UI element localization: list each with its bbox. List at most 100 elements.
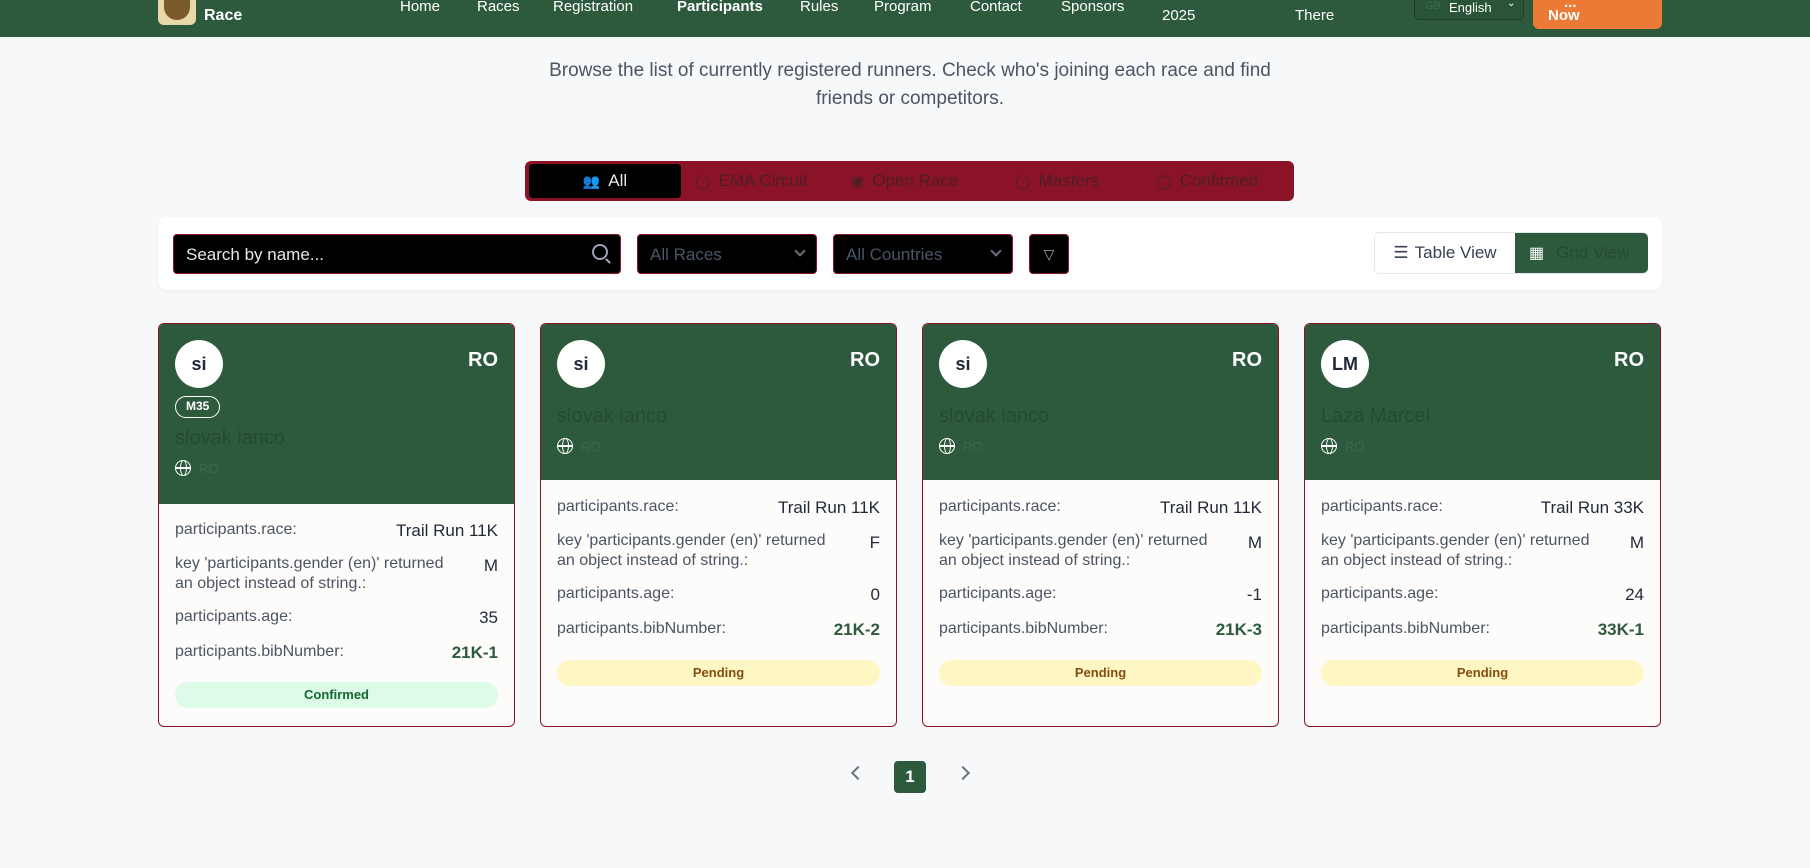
participant-card[interactable]: si RO slovak ianco RO participants.race:… [540, 323, 897, 727]
view-toggle: ☰ Table View ▦ Grid View [1374, 232, 1648, 274]
search-input[interactable]: Search by name... [173, 234, 621, 274]
participant-card[interactable]: LM RO Laza Marcel RO participants.race: … [1304, 323, 1661, 727]
gender-value: M [1247, 533, 1262, 552]
bib-value: 21K-3 [1215, 620, 1262, 639]
card-header: si RO M35 slovak ianco RO [159, 324, 514, 504]
tab-masters[interactable]: ◯ Masters [1015, 164, 1099, 198]
bib-label: participants.bibNumber: [557, 620, 726, 637]
card-header: LM RO Laza Marcel RO [1305, 324, 1660, 480]
category-badge: M35 [175, 396, 221, 418]
nav-rules[interactable]: Rules [800, 0, 838, 15]
race-select[interactable]: All Races [637, 234, 817, 274]
avatar: si [557, 340, 605, 388]
tab-label: Confirmed [1179, 171, 1259, 190]
participant-card[interactable]: si RO slovak ianco RO participants.race:… [922, 323, 1279, 727]
users-icon: 👥 [582, 172, 601, 189]
filter-button[interactable]: ▽ [1029, 234, 1069, 274]
logo-text[interactable]: Race [204, 7, 242, 25]
language-label: English [1449, 0, 1492, 15]
race-select-value: All Races [650, 245, 722, 264]
participant-name: slovak ianco [175, 427, 286, 449]
participant-filter-tabs: 👥 All ◯ EMA Circuit ▣ Open Race ◯ Master… [525, 161, 1294, 201]
top-navbar: Race Home Races Registration Participant… [0, 0, 1810, 37]
tab-confirmed[interactable]: ◯ Confirmed [1156, 164, 1258, 198]
logo[interactable] [158, 0, 196, 25]
grid-view-label: Grid View [1556, 243, 1630, 262]
age-value: 35 [479, 608, 498, 627]
participant-name: slovak ianco [939, 405, 1050, 427]
avatar: LM [1321, 340, 1369, 388]
nav-year[interactable]: 2025 [1162, 7, 1195, 24]
gender-label: key 'participants.gender (en)' returned … [1321, 532, 1590, 569]
age-value: -1 [1246, 585, 1262, 604]
globe-icon [939, 438, 955, 454]
age-value: 0 [870, 585, 880, 604]
status-badge: Confirmed [175, 682, 498, 708]
language-select[interactable]: GB English ⌄ [1414, 0, 1524, 20]
participant-name: slovak ianco [557, 405, 668, 427]
register-now-button[interactable]: ... Now [1533, 0, 1662, 29]
nav-sponsors[interactable]: Sponsors [1061, 0, 1124, 15]
avatar: si [175, 340, 223, 388]
age-label: participants.age: [557, 585, 675, 602]
tab-label: Open Race [872, 171, 959, 190]
tab-all[interactable]: 👥 All [529, 164, 681, 198]
filter-icon: ▽ [1043, 246, 1055, 262]
country-code: RO [963, 439, 983, 454]
page-intro: Browse the list of currently registered … [549, 60, 1271, 109]
search-placeholder: Search by name... [186, 245, 324, 264]
gender-value: M [483, 556, 498, 575]
race-value: Trail Run 33K [1540, 498, 1644, 517]
tab-ema-circuit[interactable]: ◯ EMA Circuit [695, 164, 807, 198]
cta-line2: Now [1548, 7, 1580, 24]
nav-races[interactable]: Races [477, 0, 520, 15]
country-badge: RO [468, 349, 498, 371]
bib-label: participants.bibNumber: [175, 643, 344, 660]
gender-label: key 'participants.gender (en)' returned … [557, 532, 826, 569]
grid-view-button[interactable]: ▦ Grid View [1515, 233, 1648, 273]
nav-contact[interactable]: Contact [970, 0, 1022, 15]
race-label: participants.race: [557, 498, 679, 515]
chevron-down-icon [794, 245, 806, 257]
grid-icon: ▦ [1529, 245, 1545, 262]
nav-there[interactable]: There [1295, 7, 1334, 24]
country-code: RO [199, 461, 219, 476]
user-check-icon: ◯ [1156, 172, 1172, 189]
country-select[interactable]: All Countries [833, 234, 1013, 274]
globe-icon [557, 438, 573, 454]
card-header: si RO slovak ianco RO [541, 324, 896, 480]
race-label: participants.race: [1321, 498, 1443, 515]
race-value: Trail Run 11K [777, 498, 880, 517]
gender-label: key 'participants.gender (en)' returned … [175, 555, 444, 592]
chevron-down-icon [990, 245, 1002, 257]
participant-name: Laza Marcel [1321, 405, 1430, 427]
bib-value: 33K-1 [1597, 620, 1644, 639]
country-code: RO [581, 439, 601, 454]
tab-label: Masters [1038, 171, 1100, 190]
page-number-current[interactable]: 1 [894, 761, 926, 793]
status-badge: Pending [939, 660, 1262, 686]
age-label: participants.age: [1321, 585, 1439, 602]
chevron-right-icon[interactable] [955, 765, 971, 781]
nav-home[interactable]: Home [400, 0, 440, 15]
card-header: si RO slovak ianco RO [923, 324, 1278, 480]
nav-participants[interactable]: Participants [677, 0, 763, 15]
age-label: participants.age: [175, 608, 293, 625]
participant-card[interactable]: si RO M35 slovak ianco RO participants.r… [158, 323, 515, 727]
trophy-icon: ◯ [1015, 172, 1031, 189]
tab-label: EMA Circuit [718, 171, 808, 190]
globe-icon [1321, 438, 1337, 454]
medal-icon: ◯ [695, 172, 711, 189]
tab-open-race[interactable]: ▣ Open Race [851, 164, 958, 198]
table-view-button[interactable]: ☰ Table View [1375, 233, 1515, 273]
country-badge: RO [1232, 349, 1262, 371]
country-badge: RO [1614, 349, 1644, 371]
bib-label: participants.bibNumber: [939, 620, 1108, 637]
nav-program[interactable]: Program [874, 0, 932, 15]
language-flag: GB [1425, 0, 1441, 12]
chevron-left-icon[interactable] [850, 765, 866, 781]
filter-toolbar: Search by name... All Races All Countrie… [158, 217, 1662, 290]
nav-registration[interactable]: Registration [553, 0, 633, 15]
country-select-value: All Countries [846, 245, 943, 264]
gender-value: F [869, 533, 880, 552]
